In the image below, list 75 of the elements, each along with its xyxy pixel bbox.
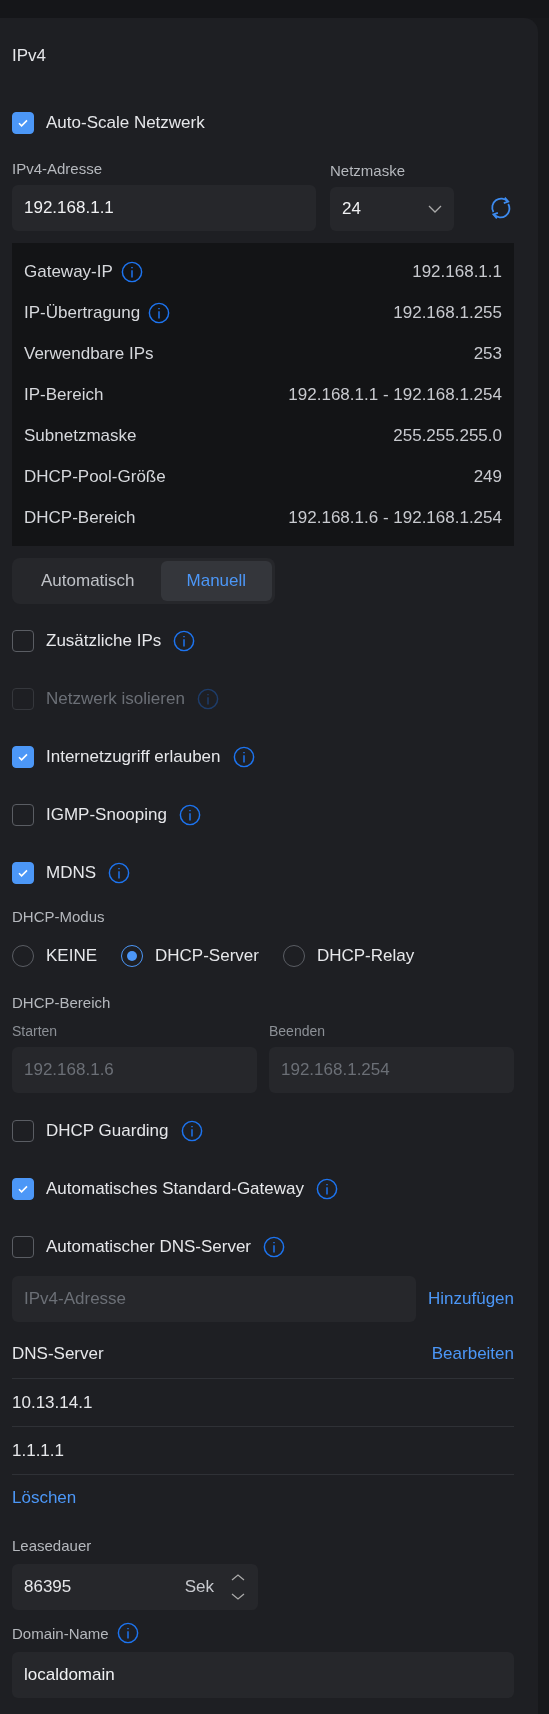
stepper-icon[interactable] bbox=[230, 1572, 246, 1602]
lease-time-field[interactable]: 86395 Sek bbox=[12, 1564, 258, 1610]
radio-label: DHCP-Relay bbox=[316, 946, 415, 966]
checkbox[interactable] bbox=[12, 112, 34, 134]
checkbox-label: IGMP-Snooping bbox=[46, 805, 167, 825]
ip-address-field[interactable]: 192.168.1.1 bbox=[12, 185, 316, 231]
caret-icon bbox=[428, 205, 443, 213]
radio-label: DHCP-Server bbox=[155, 946, 259, 966]
checkbox-label: Automatisches Standard-Gateway bbox=[46, 1179, 304, 1199]
info-icon[interactable] bbox=[148, 301, 171, 324]
info-icon[interactable] bbox=[120, 260, 143, 283]
netmask-dropdown[interactable]: 24 bbox=[330, 187, 455, 231]
info-icon[interactable] bbox=[232, 746, 255, 768]
info-icon[interactable] bbox=[178, 804, 201, 826]
table-label: DHCP-Bereich bbox=[24, 507, 136, 528]
field-label: Leasedauer bbox=[12, 1537, 93, 1554]
unit-label: Sek bbox=[184, 1577, 214, 1597]
checkbox[interactable] bbox=[12, 1178, 34, 1200]
checkbox[interactable] bbox=[12, 630, 34, 652]
checkbox[interactable] bbox=[12, 862, 34, 884]
info-icon[interactable] bbox=[315, 1178, 338, 1200]
domain-name-field[interactable]: localdomain bbox=[12, 1652, 514, 1698]
mode-tab[interactable]: Manuell bbox=[160, 561, 273, 601]
ip-range-field[interactable]: 192.168.1.254 bbox=[269, 1047, 514, 1093]
field-label: IPv4-Adresse bbox=[12, 160, 104, 177]
table-label: IP-Bereich bbox=[24, 384, 104, 405]
checkbox-label: DHCP Guarding bbox=[46, 1121, 169, 1141]
checkbox[interactable] bbox=[12, 1120, 34, 1142]
check-icon bbox=[17, 117, 29, 129]
table-value: 192.168.1.6 - 192.168.1.254 bbox=[288, 507, 502, 528]
table-value: 255.255.255.0 bbox=[393, 425, 502, 446]
table-value: 249 bbox=[473, 466, 502, 487]
dns-address-field[interactable]: IPv4-Adresse bbox=[12, 1276, 416, 1322]
table-value: 192.168.1.1 bbox=[412, 261, 502, 282]
check-icon bbox=[17, 1183, 29, 1195]
field-label: Netzmaske bbox=[330, 162, 406, 179]
check-icon bbox=[17, 867, 29, 879]
delete-link[interactable]: Löschen bbox=[12, 1488, 77, 1508]
section-label: DHCP-Bereich bbox=[12, 994, 112, 1011]
info-icon[interactable] bbox=[108, 862, 131, 884]
table-label: Verwendbare IPs bbox=[24, 343, 154, 364]
checkbox[interactable] bbox=[12, 746, 34, 768]
field-label: Domain-Name bbox=[12, 1624, 109, 1642]
checkbox-label: Auto-Scale Netzwerk bbox=[46, 113, 205, 133]
checkbox-label: MDNS bbox=[46, 863, 97, 883]
table-label: Subnetzmaske bbox=[24, 425, 137, 446]
table-value: 253 bbox=[473, 343, 502, 364]
table-label: IP-Übertragung bbox=[24, 302, 141, 323]
add-link[interactable]: Hinzufügen bbox=[428, 1289, 514, 1309]
check-icon bbox=[17, 751, 29, 763]
checkbox-label: Automatischer DNS-Server bbox=[46, 1237, 251, 1257]
table-label: DHCP-Pool-Größe bbox=[24, 466, 166, 487]
section-title: IPv4 bbox=[12, 45, 48, 67]
field-label: Starten bbox=[12, 1023, 59, 1039]
table-label: Gateway-IP bbox=[24, 261, 113, 282]
info-icon[interactable] bbox=[116, 1622, 139, 1644]
info-icon[interactable] bbox=[173, 630, 196, 652]
list-title: DNS-Server bbox=[12, 1344, 104, 1364]
edit-link[interactable]: Bearbeiten bbox=[431, 1344, 514, 1364]
section-label: DHCP-Modus bbox=[12, 908, 106, 925]
info-icon[interactable] bbox=[180, 1120, 203, 1142]
checkbox[interactable] bbox=[12, 1236, 34, 1258]
info-icon[interactable] bbox=[263, 1236, 285, 1258]
dns-server-entry: 1.1.1.1 bbox=[12, 1440, 64, 1461]
checkbox-label: Zusätzliche IPs bbox=[46, 631, 162, 651]
dns-server-entry: 10.13.14.1 bbox=[12, 1392, 93, 1413]
mode-tab[interactable]: Automatisch bbox=[15, 561, 161, 601]
field-label: Beenden bbox=[269, 1023, 327, 1039]
table-value: 192.168.1.1 - 192.168.1.254 bbox=[288, 384, 502, 405]
table-value: 192.168.1.255 bbox=[393, 302, 502, 323]
checkbox[interactable] bbox=[12, 804, 34, 826]
checkbox-label: Internetzugriff erlauben bbox=[46, 747, 221, 767]
radio-label: KEINE bbox=[46, 946, 98, 966]
checkbox-label: Netzwerk isolieren bbox=[46, 689, 185, 709]
ip-range-field[interactable]: 192.168.1.6 bbox=[12, 1047, 257, 1093]
